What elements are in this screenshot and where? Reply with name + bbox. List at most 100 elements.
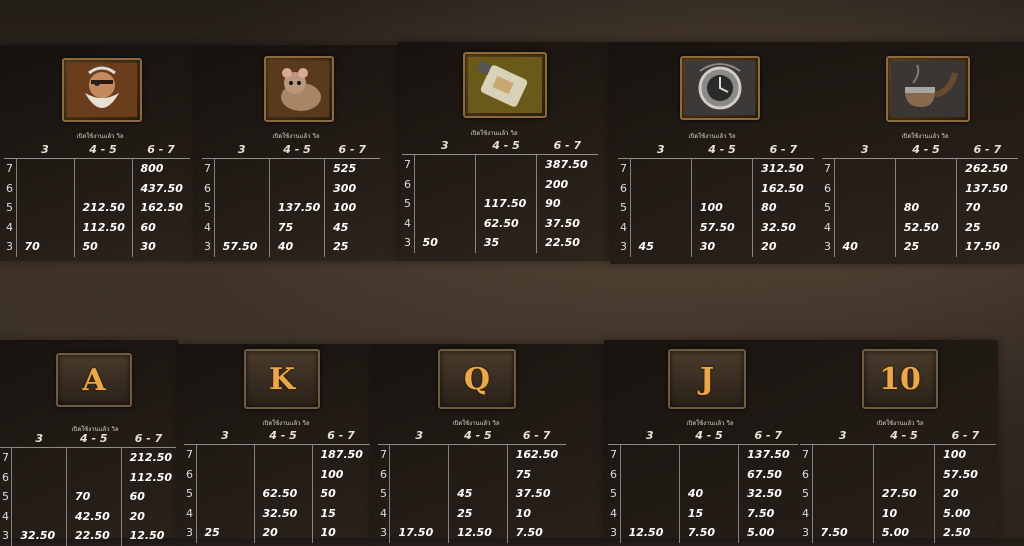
payout-value: 67.50 xyxy=(738,464,798,484)
payout-value: 90 xyxy=(536,194,598,214)
payout-value: 10 xyxy=(872,503,935,523)
payout-value: 387.50 xyxy=(536,154,598,175)
payout-value xyxy=(213,158,270,179)
payout-value: 80 xyxy=(752,198,814,218)
payout-table: 34 - 56 - 7 7 262.50 6 137.50 5 80 70 4 52.50 25 3 4… xyxy=(822,140,1018,257)
table-row: 6 100 xyxy=(184,464,370,484)
table-row: 5 70 60 xyxy=(0,487,176,507)
payout-value xyxy=(15,217,74,237)
payout-value xyxy=(213,217,270,237)
symbol-count: 3 xyxy=(802,526,809,540)
count-header xyxy=(822,140,835,159)
table-row: 6 112.50 xyxy=(0,467,176,487)
payout-value: 40 xyxy=(833,237,896,257)
symbol-count: 5 xyxy=(824,201,831,215)
payout-value: 20 xyxy=(253,523,312,543)
payout-value: 70 xyxy=(66,487,122,507)
symbol-count: 7 xyxy=(620,162,627,176)
symbol-glyph: K xyxy=(268,361,296,397)
payout-value xyxy=(213,198,270,218)
letter-a-icon: A xyxy=(56,353,132,407)
column-header: 4 - 5 xyxy=(475,136,537,155)
payout-value xyxy=(413,174,476,194)
table-row: 7 137.50 xyxy=(608,444,798,465)
symbol-count: 6 xyxy=(204,181,211,195)
payout-value: 112.50 xyxy=(120,467,176,487)
payout-value: 80 xyxy=(894,198,957,218)
payout-value: 70 xyxy=(15,237,74,257)
table-row: 4 52.50 25 xyxy=(822,217,1018,237)
payout-value: 12.50 xyxy=(619,523,680,543)
symbol-count: 6 xyxy=(404,177,411,191)
payout-value: 137.50 xyxy=(738,444,798,465)
symbol-count: 6 xyxy=(2,470,9,484)
payout-value xyxy=(11,506,67,526)
payout-value xyxy=(253,444,312,465)
payout-value xyxy=(629,158,692,179)
symbol-count: 3 xyxy=(824,240,831,254)
payout-value: 75 xyxy=(268,217,325,237)
column-header: 4 - 5 xyxy=(269,140,325,159)
table-row: 7 387.50 xyxy=(402,154,598,175)
payout-table: 34 - 56 - 7 7 137.50 6 67.50 5 40 32.50 4 15 7.50 3… xyxy=(608,426,798,543)
payout-value xyxy=(73,178,132,198)
table-row: 3 12.50 7.50 5.00 xyxy=(608,523,798,543)
payout-value: 10 xyxy=(311,523,370,543)
column-header: 6 - 7 xyxy=(738,426,798,445)
payout-value xyxy=(678,464,739,484)
symbol-count: 5 xyxy=(6,201,13,215)
letter-q-icon: Q xyxy=(438,349,516,409)
payout-value xyxy=(413,213,476,233)
payout-value: 62.50 xyxy=(474,213,537,233)
table-row: 6 67.50 xyxy=(608,464,798,484)
column-header: 6 - 7 xyxy=(132,140,190,159)
payout-value: 162.50 xyxy=(752,178,814,198)
payout-value: 300 xyxy=(324,178,380,198)
header-row: 34 - 56 - 7 xyxy=(378,426,566,445)
payout-value: 75 xyxy=(506,464,566,484)
payout-value: 25 xyxy=(195,523,254,543)
column-header: 3 xyxy=(414,136,476,155)
column-header: 6 - 7 xyxy=(752,140,814,159)
dwarf-portrait-icon xyxy=(62,58,142,122)
symbol-count: 6 xyxy=(610,467,617,481)
payout-value: 187.50 xyxy=(311,444,370,465)
payout-table: 34 - 56 - 7 7 312.50 6 162.50 5 100 80 4 57.50 32.… xyxy=(618,140,814,257)
payout-value xyxy=(413,194,476,214)
symbol-count: 4 xyxy=(380,506,387,520)
payout-value: 50 xyxy=(413,233,476,253)
payout-value: 12.50 xyxy=(120,526,176,546)
column-header: 3 xyxy=(834,140,896,159)
payout-table: 34 - 56 - 7 7 387.50 6 200 5 117.50 90 4 62.50 37.… xyxy=(402,136,598,253)
payout-value xyxy=(833,217,896,237)
payout-table: 34 - 56 - 7 7 525 6 300 5 137.50 100 4 75 45 3 57.50… xyxy=(202,140,380,257)
payout-value xyxy=(811,444,874,465)
payout-value xyxy=(448,464,508,484)
payout-value xyxy=(389,503,449,523)
symbol-count: 4 xyxy=(824,220,831,234)
symbol-count: 5 xyxy=(610,487,617,501)
payout-value xyxy=(195,464,254,484)
table-row: 4 10 5.00 xyxy=(800,503,996,523)
payout-value xyxy=(195,503,254,523)
payout-value: 7.50 xyxy=(738,503,798,523)
payout-value xyxy=(15,158,74,179)
column-header: 3 xyxy=(196,426,254,445)
payout-value: 5.00 xyxy=(934,503,996,523)
table-row: 7 162.50 xyxy=(378,444,566,465)
symbol-count: 7 xyxy=(610,448,617,462)
payout-value: 7.50 xyxy=(811,523,874,543)
payout-value: 32.50 xyxy=(11,526,67,546)
table-row: 4 62.50 37.50 xyxy=(402,213,598,233)
symbol-count: 4 xyxy=(620,220,627,234)
table-row: 5 62.50 50 xyxy=(184,484,370,504)
column-header: 6 - 7 xyxy=(312,426,370,445)
payout-value xyxy=(894,158,957,179)
count-header xyxy=(608,426,621,445)
rat-icon xyxy=(264,56,334,122)
count-header xyxy=(402,136,415,155)
table-row: 7 262.50 xyxy=(822,158,1018,179)
table-row: 4 25 10 xyxy=(378,503,566,523)
table-row: 5 212.50 162.50 xyxy=(4,198,190,218)
table-row: 7 525 xyxy=(202,158,380,179)
